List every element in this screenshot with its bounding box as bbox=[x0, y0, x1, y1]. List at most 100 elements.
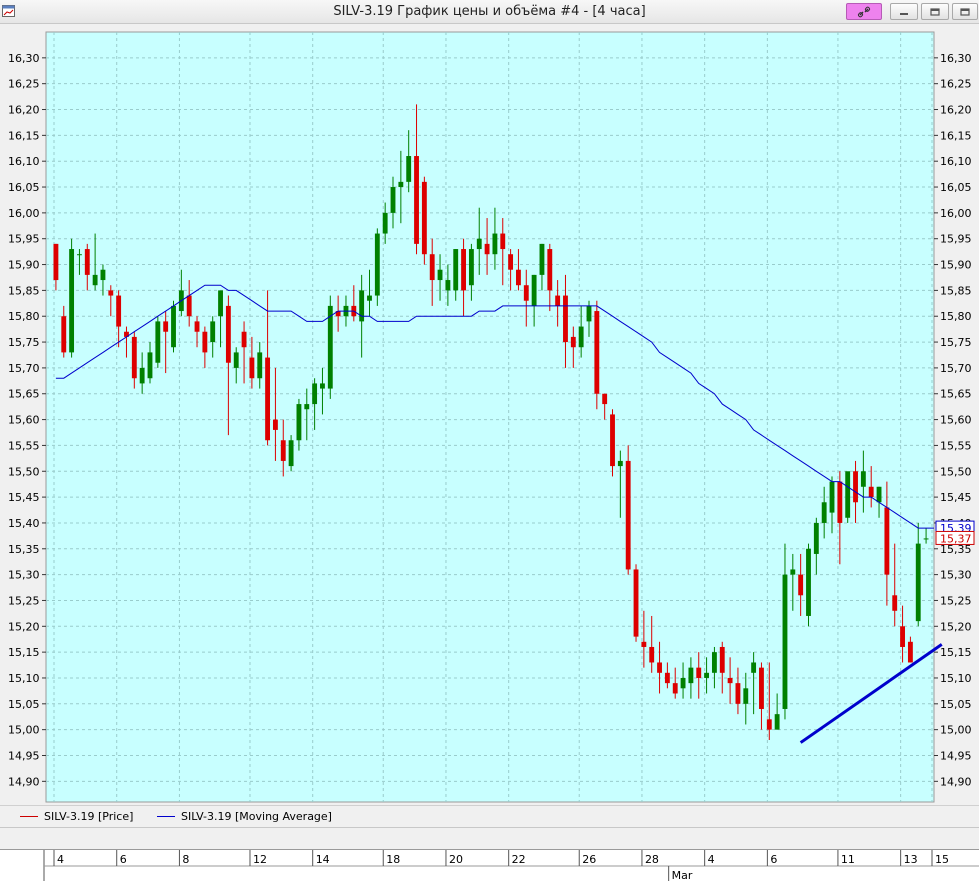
minimize-button[interactable] bbox=[890, 3, 918, 20]
y-tick-label-left: 15,55 bbox=[8, 439, 40, 452]
y-tick-label-right: 15,90 bbox=[940, 259, 972, 272]
y-tick-label-right: 16,15 bbox=[940, 129, 972, 142]
time-tick-label: 26 bbox=[582, 853, 596, 866]
time-tick-label: 20 bbox=[449, 853, 463, 866]
time-tick-label: 28 bbox=[645, 853, 659, 866]
candle-body bbox=[602, 393, 608, 405]
link-button[interactable] bbox=[846, 3, 882, 20]
y-tick-label-right: 16,10 bbox=[940, 155, 972, 168]
candle-body bbox=[390, 187, 396, 213]
candle-body bbox=[516, 269, 521, 286]
candle-body bbox=[272, 419, 278, 430]
candle-body bbox=[837, 481, 843, 523]
y-tick-label-right: 15,00 bbox=[940, 724, 972, 737]
price-label-text: 15,37 bbox=[940, 532, 972, 545]
legend-item-ma[interactable]: SILV-3.19 [Moving Average] bbox=[157, 810, 332, 823]
candle-body bbox=[265, 357, 271, 441]
candle-body bbox=[257, 352, 263, 379]
restore-icon bbox=[930, 7, 940, 16]
candle-body bbox=[484, 243, 490, 255]
restore-button[interactable] bbox=[921, 3, 949, 20]
time-tick-label: 13 bbox=[904, 853, 918, 866]
candle-body bbox=[704, 672, 710, 678]
candle-body bbox=[759, 667, 764, 709]
candle-body bbox=[171, 305, 176, 348]
candle-body bbox=[233, 352, 239, 368]
candle-body bbox=[382, 212, 388, 234]
y-tick-label-right: 16,20 bbox=[940, 104, 972, 117]
y-tick-label-left: 16,05 bbox=[8, 181, 40, 194]
candle-body bbox=[225, 305, 231, 363]
y-tick-label-left: 16,15 bbox=[8, 129, 40, 142]
candle-body bbox=[508, 254, 514, 270]
candle-body bbox=[751, 662, 757, 673]
y-tick-label-left: 16,00 bbox=[8, 207, 40, 220]
volume-pane-separator bbox=[0, 827, 979, 849]
candle-body bbox=[304, 404, 310, 410]
candle-body bbox=[743, 688, 749, 704]
candle-body bbox=[923, 538, 929, 540]
close-button[interactable] bbox=[952, 3, 978, 20]
price-chart[interactable]: 14,90 14,90 14,95 14,95 15,00 15,00 15,05 15,05… bbox=[0, 24, 979, 805]
time-tick-label: 11 bbox=[841, 853, 855, 866]
candle-body bbox=[437, 269, 443, 281]
candle-body bbox=[139, 367, 145, 384]
candle-body bbox=[563, 295, 568, 343]
y-tick-label-right: 15,80 bbox=[940, 310, 972, 323]
candle-body bbox=[539, 243, 545, 275]
y-tick-label-left: 16,10 bbox=[8, 155, 40, 168]
y-tick-label-left: 16,20 bbox=[8, 104, 40, 117]
candle-body bbox=[406, 156, 412, 182]
candle-body bbox=[421, 181, 427, 255]
chart-canvas[interactable]: 14,90 14,90 14,95 14,95 15,00 15,00 15,05 15,05… bbox=[0, 24, 979, 805]
legend-label-ma: SILV-3.19 [Moving Average] bbox=[181, 810, 332, 823]
window-titlebar: SILV-3.19 График цены и объёма #4 - [4 ч… bbox=[0, 0, 979, 24]
y-tick-label-right: 16,05 bbox=[940, 181, 972, 194]
candle-body bbox=[367, 295, 372, 301]
y-tick-label-right: 15,20 bbox=[940, 620, 972, 633]
candle-body bbox=[445, 280, 451, 291]
candle-body bbox=[84, 249, 90, 275]
candle-body bbox=[672, 683, 678, 694]
y-tick-label-right: 16,00 bbox=[940, 207, 972, 220]
candle-body bbox=[155, 321, 161, 363]
time-tick-label: 18 bbox=[386, 853, 400, 866]
y-tick-label-left: 15,40 bbox=[8, 517, 40, 530]
y-tick-label-left: 15,25 bbox=[8, 594, 40, 607]
candle-body bbox=[625, 460, 631, 570]
candle-body bbox=[900, 626, 905, 647]
candle-body bbox=[461, 249, 466, 291]
y-tick-label-left: 15,85 bbox=[8, 284, 40, 297]
y-tick-label-right: 15,65 bbox=[940, 388, 972, 401]
candle-body bbox=[915, 543, 921, 622]
candle-body bbox=[884, 507, 890, 575]
candle-body bbox=[202, 331, 208, 353]
candle-body bbox=[414, 156, 419, 244]
candle-body bbox=[727, 677, 733, 684]
candle-body bbox=[53, 243, 59, 281]
candle-body bbox=[633, 569, 639, 637]
time-tick-label: 15 bbox=[935, 853, 949, 866]
candle-body bbox=[92, 274, 98, 286]
candle-body bbox=[359, 290, 365, 322]
time-tick-label: 6 bbox=[770, 853, 777, 866]
legend-swatch-price bbox=[20, 816, 38, 817]
candle-body bbox=[61, 316, 67, 353]
candle-body bbox=[280, 440, 286, 461]
y-tick-label-right: 15,30 bbox=[940, 569, 972, 582]
time-axis[interactable]: 4 6 8 12 14 18 20 22 26 28 4 6 11 13 15 Mar bbox=[0, 849, 979, 881]
y-tick-label-right: 14,90 bbox=[940, 775, 972, 788]
y-tick-label-right: 15,95 bbox=[940, 233, 972, 246]
candle-body bbox=[680, 677, 686, 689]
candle-body bbox=[594, 311, 600, 394]
candle-body bbox=[610, 414, 615, 467]
y-tick-label-left: 15,05 bbox=[8, 698, 40, 711]
candle-body bbox=[327, 305, 333, 389]
y-tick-label-right: 15,85 bbox=[940, 284, 972, 297]
legend-item-price[interactable]: SILV-3.19 [Price] bbox=[20, 810, 133, 823]
y-tick-label-right: 15,70 bbox=[940, 362, 972, 375]
candle-body bbox=[617, 460, 623, 467]
candle-body bbox=[649, 646, 655, 663]
candle-body bbox=[77, 254, 82, 256]
candle-body bbox=[853, 471, 858, 503]
